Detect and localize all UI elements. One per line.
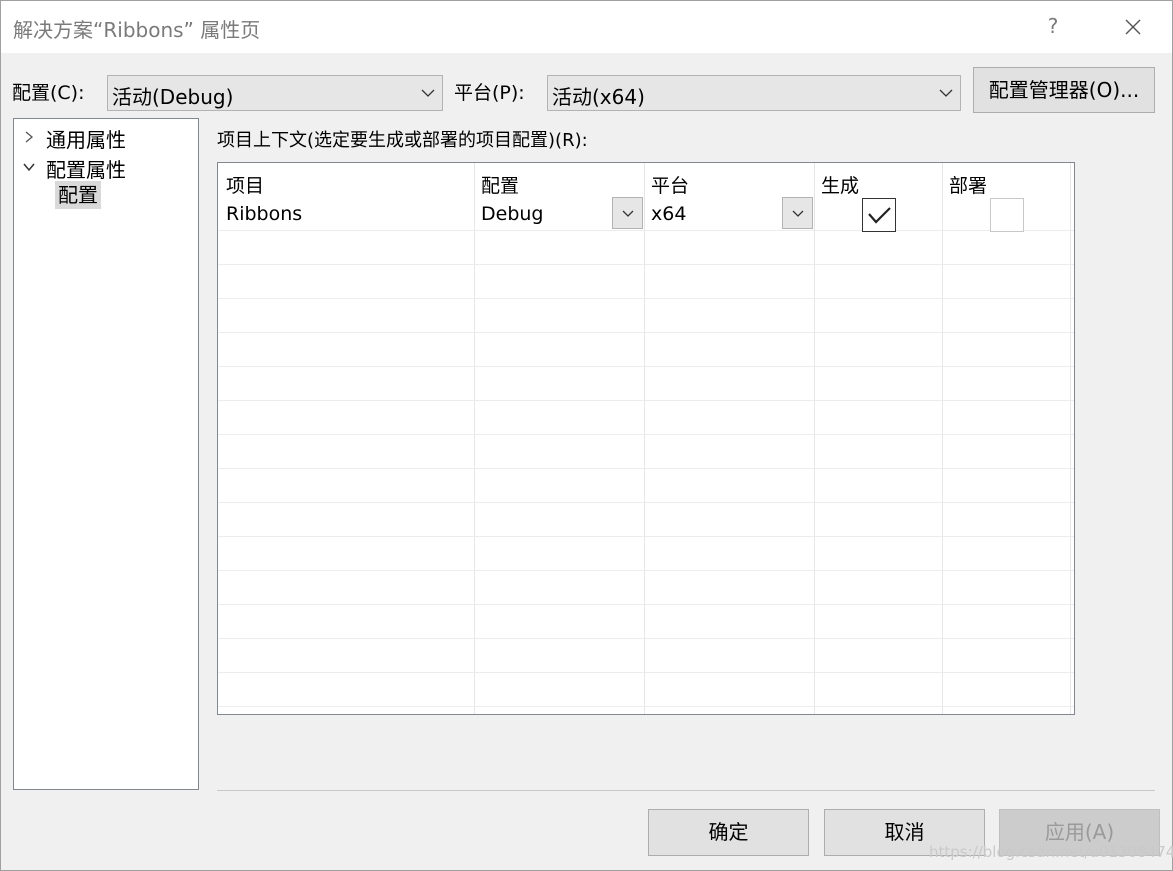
platform-select-value: 活动(x64) [552, 85, 645, 109]
separator [217, 790, 1155, 791]
cell-platform-dropdown[interactable] [782, 197, 813, 229]
deploy-checkbox[interactable] [990, 198, 1024, 232]
config-label: 配置(C): [12, 82, 85, 104]
column-header-project: 项目 [226, 175, 265, 197]
tree-item-label: 通用属性 [46, 128, 126, 152]
chevron-down-icon [939, 89, 953, 97]
platform-label: 平台(P): [454, 82, 525, 104]
close-button[interactable] [1113, 9, 1153, 45]
project-context-label: 项目上下文(选定要生成或部署的项目配置)(R): [217, 130, 588, 151]
properties-dialog: 解决方案“Ribbons” 属性页 ? 配置(C): 活动(Debug) 平台(… [0, 0, 1173, 871]
cell-platform-value: x64 [651, 203, 687, 225]
tree-item-configuration[interactable]: 配置 [55, 181, 101, 209]
chevron-down-icon [421, 89, 435, 97]
cell-config-value: Debug [481, 203, 544, 225]
config-manager-button[interactable]: 配置管理器(O)... [973, 67, 1155, 113]
column-header-build: 生成 [821, 175, 860, 197]
chevron-down-icon [23, 163, 35, 172]
chevron-down-icon [792, 210, 804, 217]
help-button[interactable]: ? [1041, 11, 1065, 41]
close-icon [1125, 19, 1141, 35]
window-title: 解决方案“Ribbons” 属性页 [13, 18, 261, 42]
config-select[interactable]: 活动(Debug) [107, 75, 443, 111]
ok-button[interactable]: 确定 [648, 809, 809, 856]
build-checkbox[interactable] [862, 198, 896, 232]
watermark: https://blog.csdn.net/u013084746 [929, 843, 1173, 861]
property-tree: 通用属性 配置属性 配置 [13, 118, 199, 790]
platform-select[interactable]: 活动(x64) [547, 75, 961, 111]
checkmark-icon [868, 207, 891, 224]
cell-config-dropdown[interactable] [612, 197, 643, 229]
title-bar: 解决方案“Ribbons” 属性页 ? [1, 1, 1172, 53]
tree-item-label: 配置属性 [46, 158, 126, 182]
chevron-right-icon [25, 131, 34, 143]
column-header-deploy: 部署 [949, 175, 988, 197]
cell-project: Ribbons [226, 203, 303, 225]
config-select-value: 活动(Debug) [112, 85, 234, 109]
column-header-platform: 平台 [651, 175, 690, 197]
column-header-config: 配置 [481, 175, 520, 197]
project-context-grid: 项目 配置 平台 生成 部署 Ribbons Debug x64 [217, 162, 1075, 715]
chevron-down-icon [622, 210, 634, 217]
